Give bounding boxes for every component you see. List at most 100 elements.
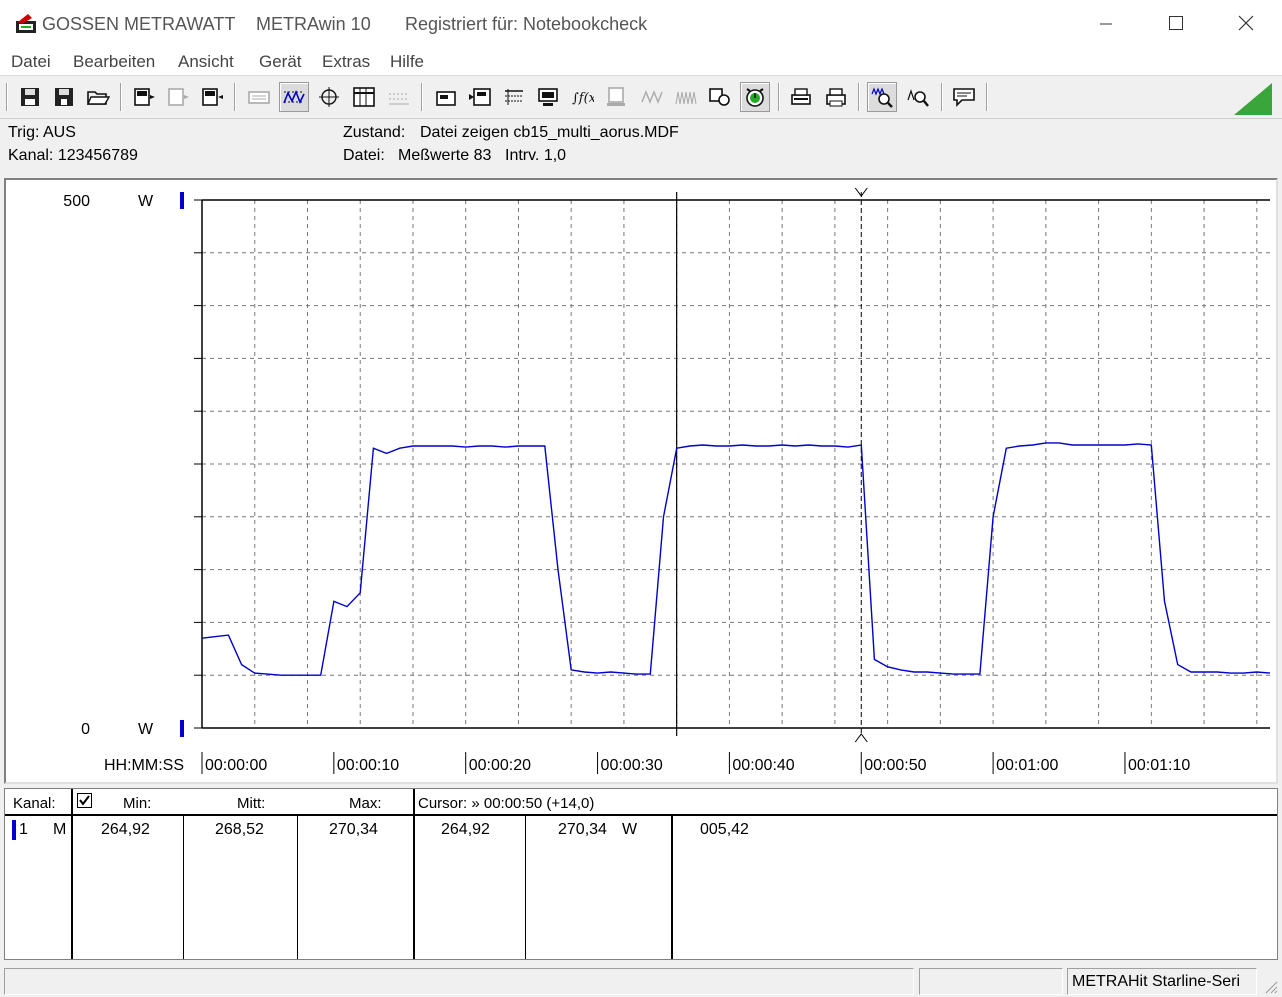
- info-button[interactable]: [949, 82, 979, 112]
- device-mode-icon: [607, 87, 625, 106]
- cursor-bottom-handle: [854, 733, 868, 743]
- table-col-divider: [413, 789, 415, 959]
- waveform-button[interactable]: [637, 82, 667, 112]
- svg-text:∫f(x): ∫f(x): [572, 91, 594, 106]
- zoom-wave-button[interactable]: [867, 82, 897, 112]
- status-bar: METRAHit Starline-Seri: [0, 964, 1282, 997]
- zoom-out-button[interactable]: [903, 82, 933, 112]
- signal-icon: [675, 91, 697, 105]
- data-list-button[interactable]: [499, 82, 529, 112]
- printer-icon: [791, 88, 811, 105]
- monitor-icon: [538, 88, 558, 106]
- signal-button[interactable]: [671, 82, 701, 112]
- menu-bearbeiten[interactable]: Bearbeiten: [73, 52, 155, 72]
- device-connect-button[interactable]: [163, 82, 193, 112]
- chart-panel[interactable]: 500 W 0 W HH:MM:SS 00:00:00 00:00:10 00:00:20 00…: [4, 178, 1278, 784]
- y-axis-unit-label: W: [138, 193, 154, 210]
- toolbar-separator: [120, 83, 122, 111]
- floppy-save-icon: [21, 88, 39, 106]
- file-measurements: Meßwerte 83: [398, 147, 492, 164]
- app-window: GOSSEN METRAWATT METRAwin 10 Registriert…: [0, 0, 1282, 997]
- table-col-divider: [183, 815, 184, 959]
- x-tick-label: 00:01:00: [996, 757, 1058, 774]
- title-app-name: METRAwin 10: [256, 14, 371, 34]
- table-view-button[interactable]: [349, 82, 379, 112]
- save-as-button[interactable]: [49, 82, 79, 112]
- y-axis-max-label: 500: [63, 193, 90, 210]
- timer-button[interactable]: [740, 82, 770, 112]
- maximize-button[interactable]: [1142, 0, 1210, 46]
- toolbar-separator: [941, 83, 943, 111]
- device-read-button[interactable]: [129, 82, 159, 112]
- open-file-button[interactable]: [83, 82, 113, 112]
- row-mitt: 268,52: [215, 821, 264, 838]
- menu-datei[interactable]: Datei: [11, 52, 51, 72]
- row-min: 264,92: [101, 821, 150, 838]
- kanal-header: Kanal:: [13, 795, 56, 812]
- file-label: Datei:: [343, 147, 385, 164]
- x-tick-label: 00:01:10: [1128, 757, 1190, 774]
- measurement-table: Kanal: Min: Mitt: Max: Cursor: » 00:00:5…: [4, 788, 1278, 960]
- row-mode: M: [53, 821, 67, 838]
- status-device-type: METRAHit Starline-Seri: [1067, 968, 1257, 995]
- keyboard-icon: [248, 91, 270, 104]
- toolbar-separator: [778, 83, 780, 111]
- toolbar-separator: [421, 83, 423, 111]
- minimize-icon: [1100, 23, 1112, 25]
- device-connect-icon: [168, 88, 189, 106]
- menu-extras[interactable]: Extras: [322, 52, 370, 72]
- line-chart-icon: [283, 89, 305, 104]
- status-panel-main: [4, 968, 914, 995]
- y-axis-unit-label: W: [138, 721, 154, 738]
- table-col-divider: [71, 789, 73, 959]
- monitor-button[interactable]: [533, 82, 563, 112]
- print-preview-button[interactable]: [786, 82, 816, 112]
- power-chart[interactable]: 500 W 0 W HH:MM:SS 00:00:00 00:00:10 00:00:20 00…: [6, 180, 1276, 782]
- checkbox-checked-icon[interactable]: [77, 793, 93, 809]
- channel-color-marker: [12, 820, 16, 840]
- channel-top-marker: [180, 192, 184, 209]
- zoom-wave-icon: [871, 87, 893, 108]
- toolbar-separator: [986, 83, 988, 111]
- function-button[interactable]: ∫f(x): [567, 82, 597, 112]
- toolbar-separator: [6, 83, 8, 111]
- minimize-button[interactable]: [1072, 0, 1140, 46]
- close-button[interactable]: [1212, 0, 1280, 46]
- print-button[interactable]: [821, 82, 851, 112]
- data-list-icon: [505, 89, 523, 105]
- max-header: Max:: [349, 795, 382, 812]
- x-tick-label: 00:00:10: [337, 757, 399, 774]
- device-settings-button[interactable]: [431, 82, 461, 112]
- table-header-line: [5, 814, 1277, 816]
- line-chart-view-button[interactable]: [279, 82, 309, 112]
- measure-settings-button[interactable]: [465, 82, 495, 112]
- row-diff: 005,42: [700, 821, 749, 838]
- x-tick-label: 00:00:00: [205, 757, 267, 774]
- table-col-divider: [525, 815, 526, 959]
- menu-ansicht[interactable]: Ansicht: [178, 52, 234, 72]
- gossen-logo-icon: [16, 14, 36, 33]
- x-axis-label: HH:MM:SS: [104, 757, 184, 774]
- save-button[interactable]: [15, 82, 45, 112]
- menu-hilfe[interactable]: Hilfe: [390, 52, 424, 72]
- measure-settings-icon: [469, 88, 491, 106]
- device-copy-icon: [709, 88, 730, 106]
- list-view-button[interactable]: [384, 82, 414, 112]
- table-grid-icon: [353, 87, 375, 107]
- alarm-clock-icon: [746, 88, 764, 107]
- crosshair-button[interactable]: [314, 82, 344, 112]
- x-tick-label: 00:00:20: [469, 757, 531, 774]
- device-send-icon: [202, 88, 223, 106]
- device-send-button[interactable]: [197, 82, 227, 112]
- maximize-icon: [1169, 16, 1183, 30]
- keyboard-button[interactable]: [244, 82, 274, 112]
- resize-grip-icon[interactable]: [1262, 978, 1278, 994]
- power-trace-line: [201, 442, 1271, 676]
- x-tick-label: 00:00:30: [601, 757, 663, 774]
- device-copy-button[interactable]: [705, 82, 735, 112]
- state-value: Datei zeigen cb15_multi_aorus.MDF: [420, 124, 679, 141]
- device-mode-button[interactable]: [602, 82, 632, 112]
- row-cursor-b: 270,34: [558, 821, 607, 838]
- x-tick-label: 00:00:40: [732, 757, 794, 774]
- menu-geraet[interactable]: Gerät: [259, 52, 302, 72]
